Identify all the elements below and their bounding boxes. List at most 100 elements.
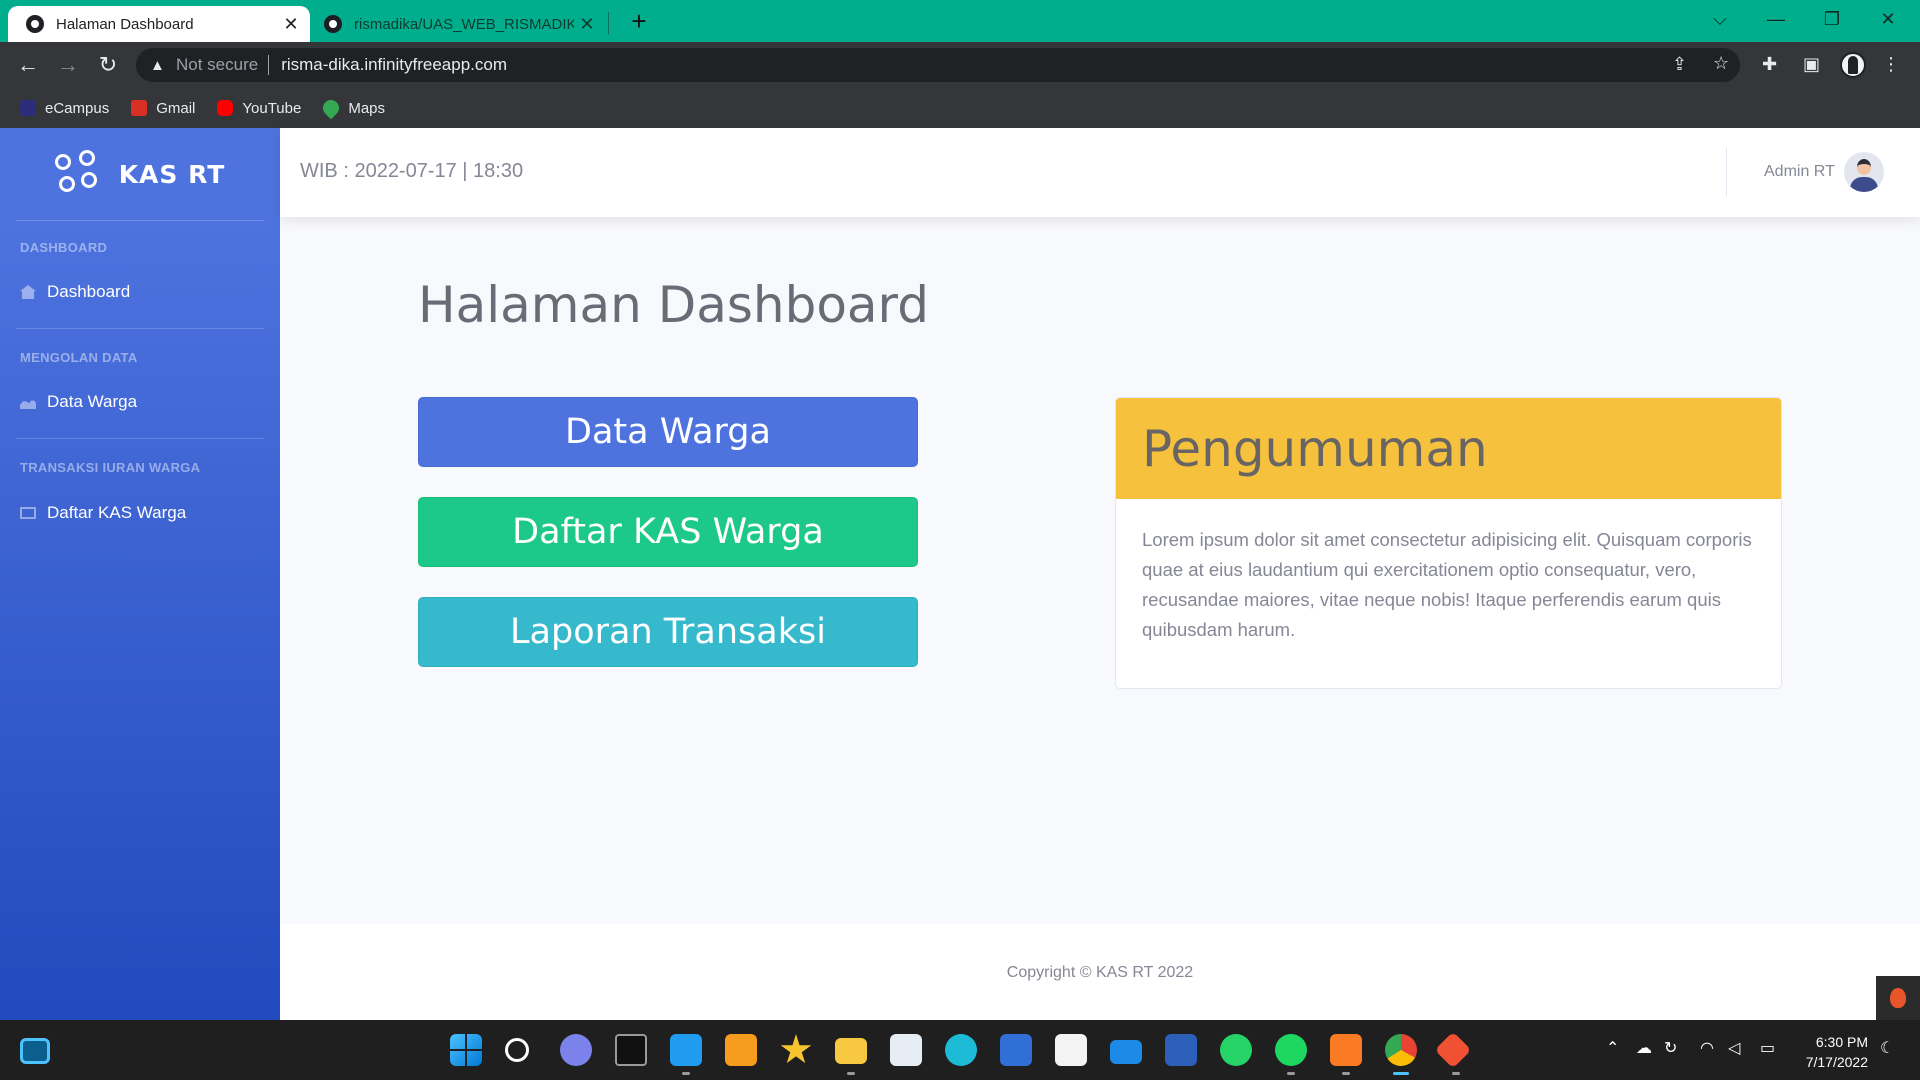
vscode-icon[interactable] [670,1034,702,1066]
tab-halaman-dashboard[interactable]: Halaman Dashboard ✕ [8,6,310,42]
back-button[interactable]: ← [12,50,44,80]
teams-icon[interactable] [560,1034,592,1066]
bookmark-gmail[interactable]: Gmail [131,100,195,117]
announcement-title: Pengumuman [1142,419,1488,478]
address-bar[interactable]: ▲ Not secure risma-dika.infinityfreeapp.… [136,48,1740,82]
chrome-icon[interactable] [1385,1034,1417,1066]
volume-muted-icon[interactable]: ◁ [1728,1038,1740,1058]
new-tab-button[interactable]: + [624,6,654,36]
sidebar-divider [16,220,264,221]
running-indicator [1342,1072,1350,1075]
running-indicator [1287,1072,1295,1075]
laporan-transaksi-button[interactable]: Laporan Transaksi [418,597,918,667]
bookmark-youtube[interactable]: YouTube [217,100,301,117]
brand-name: KAS RT [118,159,226,189]
close-window-button[interactable]: ✕ [1860,0,1916,40]
datetime-display: WIB : 2022-07-17 | 18:30 [300,160,524,182]
data-warga-button[interactable]: Data Warga [418,397,918,467]
daftar-kas-warga-button[interactable]: Daftar KAS Warga [418,497,918,567]
copyright-text: Copyright © KAS RT 2022 [1006,964,1194,981]
file-explorer-icon[interactable] [835,1038,867,1064]
system-clock[interactable]: 6:30 PM 7/17/2022 [1792,1032,1868,1072]
bookmark-ecampus[interactable]: eCampus [20,100,109,117]
announcement-card: Pengumuman Lorem ipsum dolor sit amet co… [1115,397,1782,689]
security-label[interactable]: Not secure [176,55,258,75]
mail-icon[interactable] [1110,1040,1142,1064]
list-icon [20,507,36,519]
bookmark-label: Gmail [156,99,196,117]
running-indicator [1452,1072,1460,1075]
bookmark-maps[interactable]: Maps [320,96,386,120]
gmail-icon [131,100,148,116]
sublime-icon[interactable] [725,1034,757,1066]
avatar-body [1850,177,1878,192]
edge-icon[interactable] [945,1034,977,1066]
forward-button[interactable]: → [52,50,84,80]
focus-moon-icon[interactable]: ☾ [1880,1038,1894,1058]
sidebar-divider [16,328,264,329]
git-icon[interactable] [1434,1031,1472,1069]
clock-time: 6:30 PM [1815,1034,1868,1050]
side-panel-icon[interactable]: ▣ [1803,54,1820,75]
user-avatar[interactable] [1844,152,1884,192]
close-tab-icon[interactable]: ✕ [278,14,304,35]
bookmark-label: YouTube [242,99,302,117]
sidebar-item-label: Data Warga [47,392,138,411]
notion-icon[interactable] [615,1034,647,1066]
url-text[interactable]: risma-dika.infinityfreeapp.com [281,55,507,75]
restore-button[interactable]: ❐ [1804,0,1860,40]
sidebar-heading-transaksi: TRANSAKSI IURAN WARGA [20,460,201,475]
dev-icon[interactable] [1000,1034,1032,1066]
wifi-icon[interactable]: ◠ [1700,1038,1714,1058]
sidebar-item-label: Daftar KAS Warga [47,503,187,522]
active-indicator [1393,1072,1409,1075]
extensions-icon[interactable]: ✚ [1762,54,1777,75]
brand-logo-icon [54,150,103,198]
tab-divider [608,12,609,34]
battery-icon[interactable]: ▭ [1760,1038,1775,1058]
avatar-head [1857,159,1871,175]
word-icon[interactable] [1165,1034,1197,1066]
close-tab-icon[interactable]: ✕ [574,14,600,35]
notepad-icon[interactable] [890,1034,922,1066]
cloud-icon[interactable]: ☁ [1636,1038,1652,1058]
tab-github-repo[interactable]: rismadika/UAS_WEB_RISMADIKA ✕ [316,6,606,42]
warning-icon[interactable]: ▲ [150,57,168,74]
bookmark-star-icon[interactable]: ☆ [1713,53,1729,74]
widgets-icon[interactable] [20,1038,50,1064]
chevron-up-icon[interactable]: ⌃ [1606,1038,1619,1058]
bookmark-label: Maps [348,99,386,117]
search-icon[interactable] [505,1038,529,1062]
sidebar-item-daftar-kas-warga[interactable]: Daftar KAS Warga [20,503,186,523]
share-icon[interactable]: ⇪ [1672,54,1687,75]
user-name[interactable]: Admin RT [1764,163,1835,181]
minimize-button[interactable]: — [1748,0,1804,40]
tab-title: rismadika/UAS_WEB_RISMADIKA [354,15,574,33]
menu-icon[interactable]: ⋮ [1882,54,1900,75]
sidebar-divider [16,438,264,439]
sidebar-item-dashboard[interactable]: Dashboard [20,282,130,302]
start-icon[interactable] [450,1034,482,1066]
spotify-icon[interactable] [1275,1034,1307,1066]
reload-button[interactable]: ↻ [92,50,124,80]
youtube-icon [217,100,234,116]
taskbar: ⌃ ☁ ↻ ◠ ◁ ▭ 6:30 PM 7/17/2022 ☾ [0,1020,1920,1080]
page-title: Halaman Dashboard [418,276,929,334]
tab-search-button[interactable]: ⌵ [1692,0,1748,40]
store-icon[interactable] [1055,1034,1087,1066]
announcement-body: Lorem ipsum dolor sit amet consectetur a… [1142,529,1752,640]
brand[interactable]: KAS RT [0,128,280,220]
home-icon [20,285,36,299]
sync-icon[interactable]: ↻ [1664,1038,1677,1058]
sidebar: KAS RT DASHBOARD Dashboard MENGOLAN DATA… [0,128,280,1020]
sidebar-item-label: Dashboard [47,282,131,301]
footer: Copyright © KAS RT 2022 [280,924,1920,1020]
fire-icon[interactable] [1876,976,1920,1020]
profile-avatar[interactable] [1840,52,1866,78]
running-indicator [847,1072,855,1075]
sidebar-item-data-warga[interactable]: Data Warga [20,392,137,412]
xampp-icon[interactable] [1330,1034,1362,1066]
whatsapp-icon[interactable] [1220,1034,1252,1066]
sidebar-heading-dashboard: DASHBOARD [20,240,108,255]
star-app-icon[interactable] [780,1034,812,1064]
